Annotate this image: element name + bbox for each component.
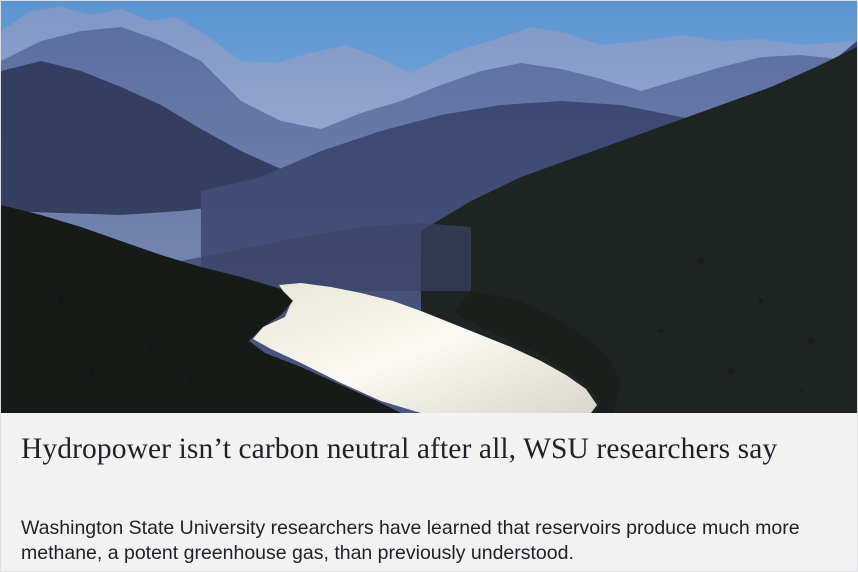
article-description: Washington State University researchers … — [21, 517, 800, 564]
article-headline[interactable]: Hydropower isn’t carbon neutral after al… — [21, 431, 821, 467]
preview-text-block[interactable]: Hydropower isn’t carbon neutral after al… — [1, 413, 857, 571]
reservoir-mountain-photo — [1, 1, 857, 413]
link-preview-card[interactable]: Hydropower isn’t carbon neutral after al… — [0, 0, 858, 572]
hero-image[interactable] — [1, 1, 857, 413]
